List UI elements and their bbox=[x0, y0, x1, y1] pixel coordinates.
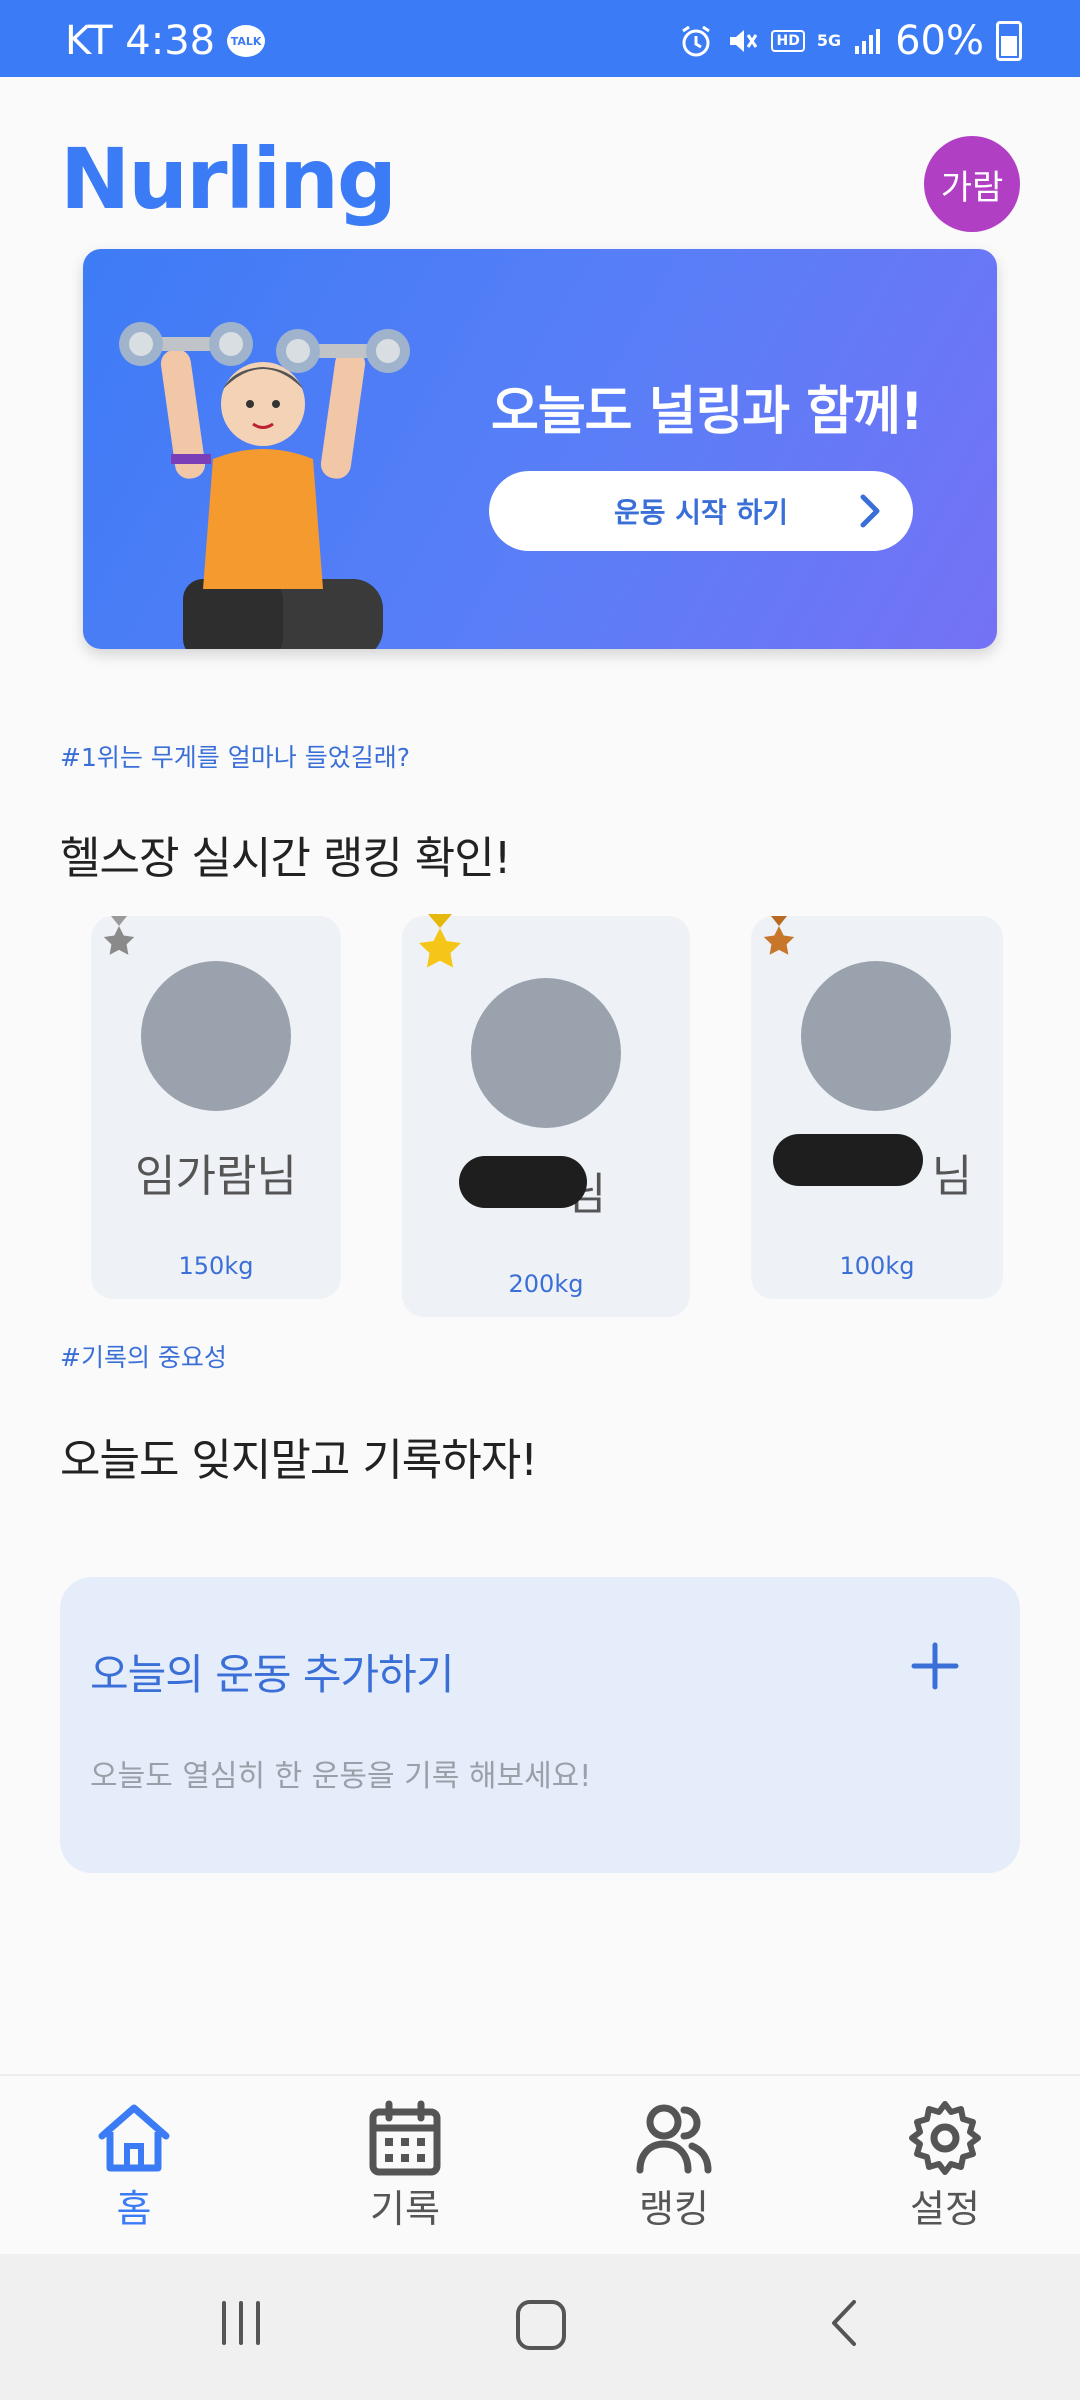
ranking-title: 헬스장 실시간 랭킹 확인! bbox=[60, 833, 511, 884]
nav-item-ranking[interactable]: 랭킹 bbox=[604, 2098, 744, 2233]
gold-medal-icon bbox=[419, 914, 461, 968]
record-title: 오늘도 잊지말고 기록하자! bbox=[60, 1435, 538, 1486]
chevron-right-icon bbox=[860, 494, 880, 528]
record-hashtag: #기록의 중요성 bbox=[60, 1343, 227, 1372]
banner-headline: 오늘도 널링과 함께! bbox=[491, 382, 924, 442]
bottom-nav: 홈 기록 랭킹 설정 bbox=[0, 2074, 1080, 2256]
alarm-icon bbox=[679, 24, 713, 58]
talk-icon: TALK bbox=[227, 25, 266, 57]
profile-avatar[interactable]: 가람 bbox=[924, 136, 1020, 232]
nav-label-record: 기록 bbox=[370, 2187, 440, 2231]
nav-item-settings[interactable]: 설정 bbox=[875, 2098, 1015, 2233]
ranking-card-first[interactable]: 님 200kg bbox=[402, 914, 690, 1317]
app-title: Nurling bbox=[60, 130, 397, 228]
mute-icon bbox=[725, 24, 759, 58]
status-bar: KT 4:38 TALK HD 5G 60% bbox=[0, 0, 1080, 77]
ranker-avatar bbox=[141, 961, 291, 1111]
ranker-weight: 150kg bbox=[178, 1252, 254, 1280]
add-workout-title: 오늘의 운동 추가하기 bbox=[90, 1650, 454, 1699]
home-system-icon[interactable] bbox=[514, 2298, 568, 2352]
signal-icon bbox=[853, 26, 883, 56]
ranker-avatar bbox=[471, 978, 621, 1128]
redacted-name-block bbox=[459, 1156, 587, 1208]
system-nav-bar bbox=[0, 2254, 1080, 2400]
calendar-icon bbox=[369, 2100, 441, 2176]
start-workout-button[interactable]: 운동 시작 하기 bbox=[489, 471, 913, 551]
nav-label-ranking: 랭킹 bbox=[639, 2187, 709, 2231]
workout-figure-illustration bbox=[119, 322, 410, 649]
ranking-hashtag: #1위는 무게를 얼마나 들었길래? bbox=[60, 743, 410, 772]
gear-icon bbox=[909, 2101, 981, 2175]
hd-badge: HD bbox=[771, 30, 805, 52]
start-workout-label: 운동 시작 하기 bbox=[613, 496, 789, 529]
bronze-medal-icon bbox=[763, 916, 795, 955]
ranker-weight: 100kg bbox=[839, 1252, 915, 1280]
add-workout-card[interactable]: 오늘의 운동 추가하기 오늘도 열심히 한 운동을 기록 해보세요! bbox=[60, 1577, 1020, 1873]
nav-label-settings: 설정 bbox=[910, 2187, 980, 2231]
status-left: KT 4:38 TALK bbox=[65, 18, 266, 64]
nav-item-record[interactable]: 기록 bbox=[335, 2098, 475, 2233]
carrier-time: KT 4:38 bbox=[65, 18, 216, 64]
add-workout-subtitle: 오늘도 열심히 한 운동을 기록 해보세요! bbox=[90, 1759, 592, 1794]
promo-banner: 오늘도 널링과 함께! 운동 시작 하기 bbox=[83, 249, 997, 649]
ranking-card-second[interactable]: 임가람님 150kg bbox=[91, 916, 341, 1299]
nav-label-home: 홈 bbox=[116, 2187, 152, 2231]
recent-apps-icon[interactable] bbox=[216, 2298, 266, 2348]
home-icon bbox=[98, 2104, 170, 2172]
back-icon[interactable] bbox=[824, 2298, 864, 2348]
nav-item-home[interactable]: 홈 bbox=[64, 2098, 204, 2233]
status-right: HD 5G 60% bbox=[679, 18, 1022, 64]
ranker-name: 임가람님 bbox=[135, 1151, 297, 1202]
battery-icon bbox=[996, 21, 1022, 61]
plus-icon[interactable] bbox=[910, 1641, 960, 1691]
network-badge: 5G bbox=[816, 31, 842, 50]
battery-percent: 60% bbox=[895, 18, 984, 64]
redacted-name-block bbox=[773, 1134, 923, 1186]
silver-medal-icon bbox=[103, 916, 135, 955]
ranking-card-third[interactable]: 님 100kg bbox=[751, 916, 1003, 1299]
ranker-avatar bbox=[801, 961, 951, 1111]
ranker-weight: 200kg bbox=[508, 1270, 584, 1298]
users-icon bbox=[636, 2104, 712, 2174]
